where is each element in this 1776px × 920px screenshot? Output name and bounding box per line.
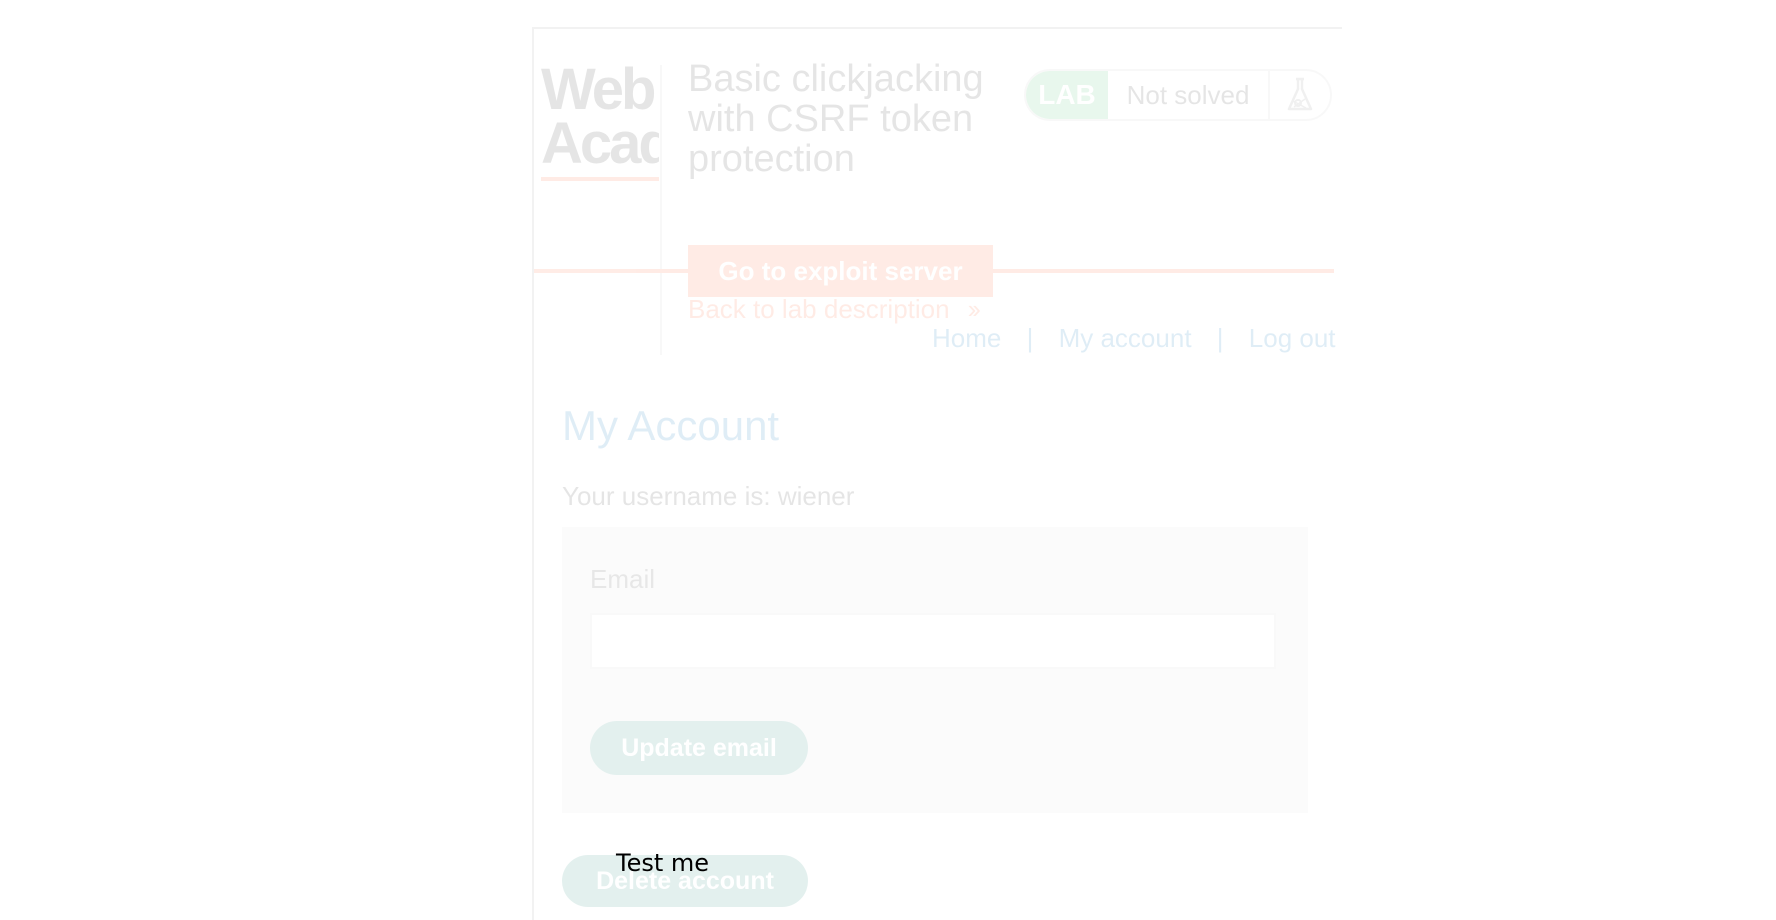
decoy-text[interactable]: Test me xyxy=(616,848,709,878)
back-link-label: Back to lab description xyxy=(688,294,950,324)
nav-separator: | xyxy=(1216,323,1224,353)
update-email-button[interactable]: Update email xyxy=(590,721,808,775)
lab-status-text: Not solved xyxy=(1108,71,1270,119)
email-field[interactable] xyxy=(590,613,1276,669)
logo-divider xyxy=(660,65,662,355)
go-to-exploit-server-button[interactable]: Go to exploit server xyxy=(688,245,993,297)
page-title: My Account xyxy=(562,402,780,449)
attacker-page: Web Academy Basic clickjacking with CSRF… xyxy=(0,0,1776,920)
nav-home-link[interactable]: Home xyxy=(932,323,1001,353)
top-navigation: Home | My account | Log out xyxy=(932,323,1336,353)
logo-line-1: Web xyxy=(541,63,656,122)
nav-separator: | xyxy=(1026,323,1034,353)
web-security-academy-logo[interactable]: Web Academy xyxy=(541,63,659,181)
lab-badge: LAB xyxy=(1026,71,1108,119)
lab-status-widget: LAB Not solved xyxy=(1024,69,1332,121)
flask-icon xyxy=(1270,71,1330,119)
back-to-lab-description-link[interactable]: Back to lab description ›› xyxy=(688,294,981,324)
nav-my-account-link[interactable]: My account xyxy=(1059,323,1192,353)
logo-line-2: Academy xyxy=(541,111,659,176)
lab-title: Basic clickjacking with CSRF token prote… xyxy=(688,58,984,180)
target-site-iframe[interactable]: Web Academy Basic clickjacking with CSRF… xyxy=(532,27,1342,920)
email-label: Email xyxy=(590,564,656,594)
nav-log-out-link[interactable]: Log out xyxy=(1249,323,1336,353)
double-chevron-right-icon: ›› xyxy=(967,294,981,324)
iframe-content: Web Academy Basic clickjacking with CSRF… xyxy=(534,29,1342,920)
username-text: Your username is: wiener xyxy=(562,481,855,511)
